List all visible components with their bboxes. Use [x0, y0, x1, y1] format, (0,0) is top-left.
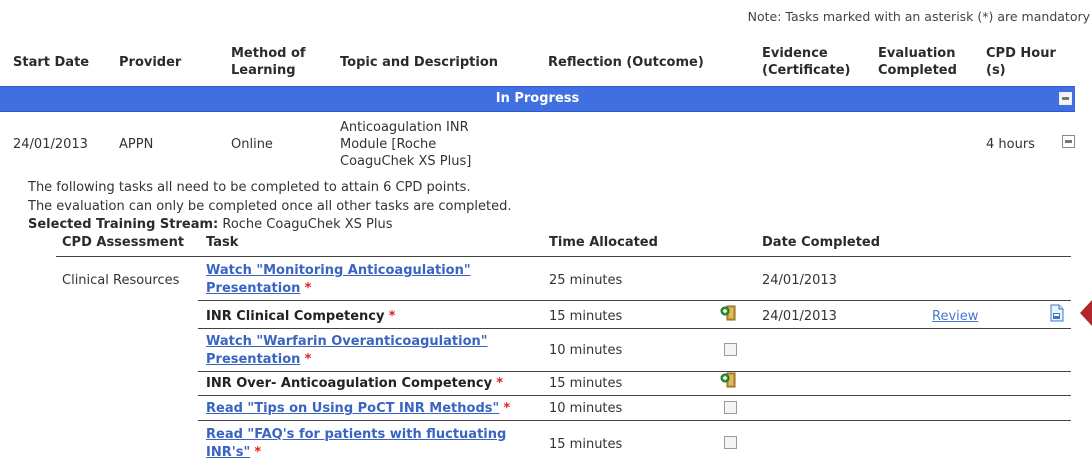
competency-flag-icon[interactable] [720, 372, 736, 388]
record-hours: 4 hours [986, 137, 1035, 152]
section-title: In Progress [495, 91, 580, 106]
task-row-divider [198, 395, 1071, 396]
task-6-mandatory: * [254, 445, 262, 460]
collapse-icon[interactable] [1059, 92, 1072, 105]
task-3-link-line1[interactable]: Watch "Warfarin Overanticoagulation" [206, 334, 488, 349]
record-method: Online [231, 137, 273, 152]
col-reflection: Reflection (Outcome) [548, 55, 704, 70]
task-header-divider [56, 256, 1071, 257]
task-4-label: INR Over- Anticoagulation Competency [206, 376, 493, 391]
task-4-time: 15 minutes [549, 376, 623, 391]
task-2-mandatory: * [388, 309, 396, 324]
info-line-1: The following tasks all need to be compl… [28, 180, 471, 195]
mandatory-note: Note: Tasks marked with an asterisk (*) … [747, 9, 1090, 24]
task-6-link-line2[interactable]: INR's" [206, 445, 250, 460]
task-row-divider [198, 371, 1071, 372]
pointer-arrow-icon [1080, 300, 1092, 326]
task-3-link-line2[interactable]: Presentation [206, 352, 300, 367]
col-provider: Provider [119, 55, 182, 70]
col-topic: Topic and Description [340, 55, 499, 70]
record-start-date: 24/01/2013 [13, 137, 88, 152]
task-5-link[interactable]: Read "Tips on Using PoCT INR Methods" [206, 401, 499, 416]
task-col-task: Task [206, 235, 239, 250]
training-stream-label: Selected Training Stream: [28, 217, 219, 232]
task-5-title[interactable]: Read "Tips on Using PoCT INR Methods" * [206, 401, 510, 416]
task-4-mandatory: * [496, 376, 504, 391]
task-1-assessment: Clinical Resources [62, 273, 180, 288]
task-4-title: INR Over- Anticoagulation Competency * [206, 376, 503, 391]
task-1-time: 25 minutes [549, 273, 623, 288]
record-collapse-icon[interactable] [1062, 135, 1075, 148]
task-2-date: 24/01/2013 [762, 309, 837, 324]
task-row-divider [198, 420, 1071, 421]
task-1-mandatory: * [304, 281, 312, 296]
competency-flag-icon[interactable] [720, 305, 736, 321]
task-row-divider [198, 300, 1071, 301]
task-row-divider [198, 328, 1071, 329]
task-col-time: Time Allocated [549, 235, 658, 250]
document-icon[interactable] [1049, 304, 1065, 322]
training-stream: Selected Training Stream: Roche CoaguChe… [28, 216, 393, 234]
task-1-title[interactable]: Watch "Monitoring Anticoagulation" Prese… [206, 262, 471, 298]
task-5-checkbox[interactable] [724, 401, 737, 414]
review-link[interactable]: Review [932, 309, 978, 324]
task-2-label: INR Clinical Competency [206, 309, 385, 324]
task-6-checkbox[interactable] [724, 436, 737, 449]
record-topic: Anticoagulation INR Module [Roche CoaguC… [340, 120, 472, 169]
task-1-date: 24/01/2013 [762, 273, 837, 288]
task-2-time: 15 minutes [549, 309, 623, 324]
info-line-2: The evaluation can only be completed onc… [28, 199, 512, 214]
task-6-title[interactable]: Read "FAQ's for patients with fluctuatin… [206, 426, 506, 462]
task-5-mandatory: * [503, 401, 511, 416]
task-5-time: 10 minutes [549, 401, 623, 416]
task-3-mandatory: * [304, 352, 312, 367]
training-stream-value: Roche CoaguChek XS Plus [222, 217, 393, 232]
task-1-link-line1[interactable]: Watch "Monitoring Anticoagulation" [206, 263, 471, 278]
task-2-title: INR Clinical Competency * [206, 309, 395, 324]
col-start-date: Start Date [13, 55, 90, 70]
col-evaluation: Evaluation Completed [878, 46, 957, 78]
col-cpd-hours: CPD Hour (s) [986, 46, 1056, 78]
task-3-time: 10 minutes [549, 343, 623, 358]
in-progress-section-header: In Progress [0, 86, 1075, 112]
task-col-date: Date Completed [762, 235, 881, 250]
task-col-assessment: CPD Assessment [62, 235, 185, 250]
record-provider: APPN [119, 137, 154, 152]
task-6-time: 15 minutes [549, 437, 623, 452]
task-3-title[interactable]: Watch "Warfarin Overanticoagulation" Pre… [206, 333, 488, 369]
col-evidence: Evidence (Certificate) [762, 46, 851, 78]
task-1-link-line2[interactable]: Presentation [206, 281, 300, 296]
col-method: Method of Learning [231, 46, 306, 78]
task-3-checkbox[interactable] [724, 343, 737, 356]
task-6-link-line1[interactable]: Read "FAQ's for patients with fluctuatin… [206, 427, 506, 442]
